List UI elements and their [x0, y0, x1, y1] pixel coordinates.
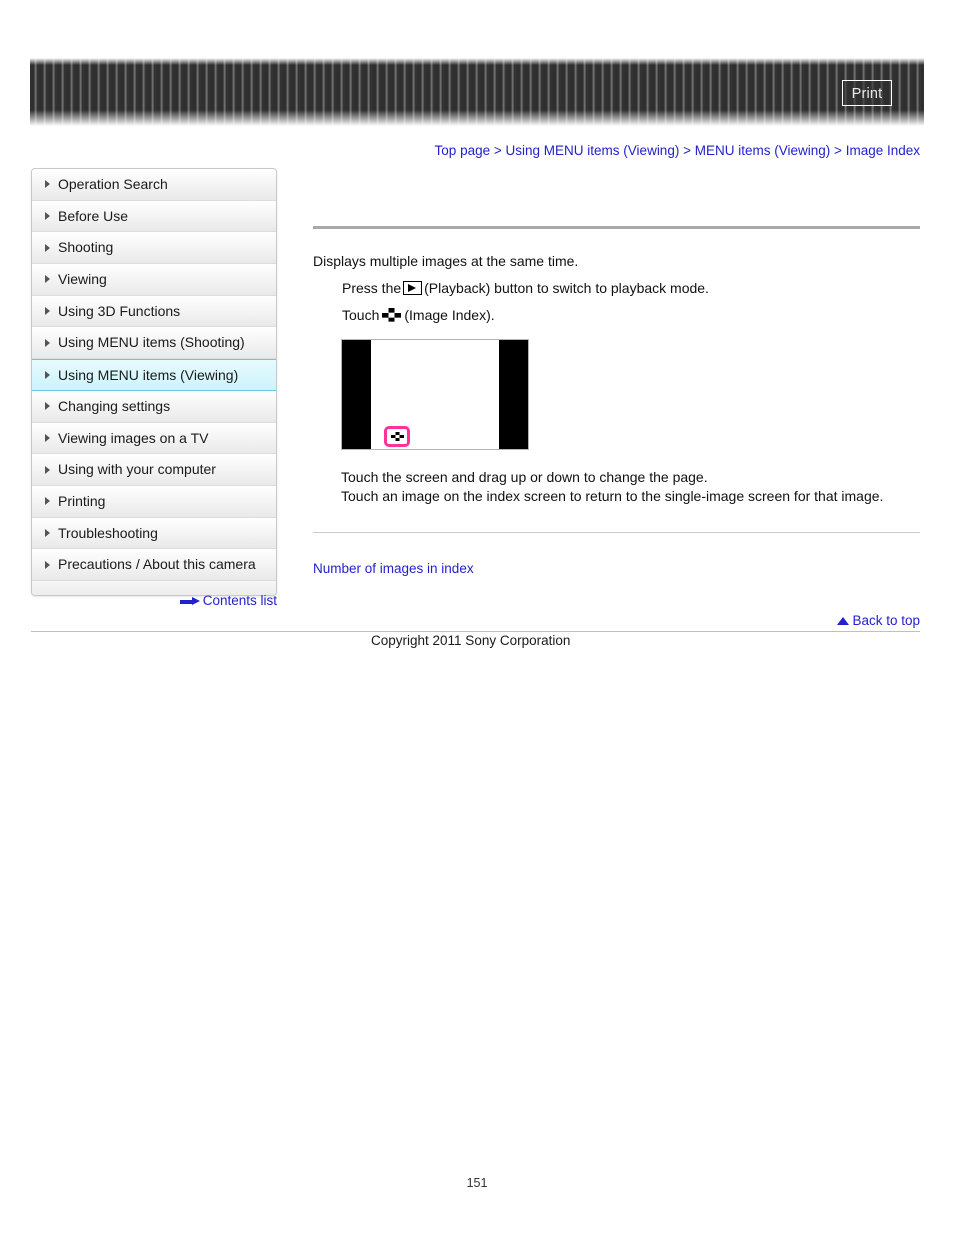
note-touch-image-to-return: Touch an image on the index screen to re…	[341, 488, 884, 504]
sidebar-item-label: Changing settings	[58, 397, 171, 414]
chevron-right-icon	[45, 370, 50, 379]
arrow-right-icon	[179, 597, 200, 606]
sidebar-item-printing[interactable]: Printing	[32, 485, 276, 518]
step-text-after: (Image Index).	[404, 307, 495, 323]
sidebar-item-using-with-your-computer[interactable]: Using with your computer	[32, 454, 276, 486]
step-text-after: (Playback) button to switch to playback …	[424, 280, 709, 296]
sidebar-item-label: Printing	[58, 492, 106, 509]
sidebar-item-label: Using 3D Functions	[58, 302, 181, 319]
step-press-playback: Press the (Playback) button to switch to …	[342, 280, 920, 296]
sidebar-item-label: Using MENU items (Viewing)	[58, 367, 239, 384]
sidebar-item-using-3d-functions[interactable]: Using 3D Functions	[32, 295, 276, 328]
illustration-right-black-bar	[499, 340, 528, 449]
chevron-right-icon	[45, 338, 50, 347]
step-text-before: Press the	[342, 280, 402, 296]
breadcrumb-separator: >	[834, 143, 842, 158]
page-number: 151	[466, 1176, 488, 1190]
sidebar-item-using-menu-items-shooting[interactable]: Using MENU items (Shooting)	[32, 327, 276, 360]
chevron-right-icon	[45, 433, 50, 442]
copyright-text: Copyright 2011 Sony Corporation	[371, 633, 571, 648]
intro-text: Displays multiple images at the same tim…	[313, 253, 579, 269]
sidebar-item-viewing[interactable]: Viewing	[32, 264, 276, 296]
sidebar-item-label: Troubleshooting	[58, 524, 158, 541]
sidebar-item-label: Before Use	[58, 207, 129, 224]
chevron-right-icon	[45, 402, 50, 411]
breadcrumb-item-image-index[interactable]: Image Index	[846, 143, 920, 158]
contents-list-label: Contents list	[202, 593, 277, 608]
sidebar-item-label: Viewing	[58, 271, 107, 288]
image-index-icon	[382, 308, 402, 322]
breadcrumb: Top page > Using MENU items (Viewing) > …	[0, 143, 920, 158]
breadcrumb-item-using-menu-items-viewing[interactable]: Using MENU items (Viewing)	[506, 143, 680, 158]
content-divider-top	[313, 226, 920, 229]
sidebar-navigation: Operation Search Before Use Shooting Vie…	[31, 168, 277, 596]
step-text-before: Touch	[342, 307, 380, 323]
chevron-right-icon	[45, 243, 50, 252]
breadcrumb-item-menu-items-viewing[interactable]: MENU items (Viewing)	[695, 143, 831, 158]
illustration-highlight-box	[384, 426, 410, 447]
chevron-right-icon	[45, 180, 50, 189]
contents-list-link[interactable]: Contents list	[0, 593, 277, 608]
back-to-top-link[interactable]: Back to top	[313, 613, 920, 628]
illustration-left-black-bar	[342, 340, 371, 449]
sidebar-item-precautions-about-this-camera[interactable]: Precautions / About this camera	[32, 549, 276, 581]
content-divider-bottom	[313, 532, 920, 533]
back-to-top-label: Back to top	[852, 613, 920, 628]
sidebar-item-using-menu-items-viewing[interactable]: Using MENU items (Viewing)	[32, 359, 276, 391]
sidebar-item-label: Shooting	[58, 239, 114, 256]
chevron-right-icon	[45, 212, 50, 221]
notes-block: Touch the screen and drag up or down to …	[313, 468, 920, 506]
triangle-up-icon	[837, 617, 850, 625]
note-drag-to-change-page: Touch the screen and drag up or down to …	[341, 469, 708, 485]
sidebar-item-shooting[interactable]: Shooting	[32, 232, 276, 265]
header-stripe-pattern	[30, 58, 924, 126]
sidebar-item-label: Using MENU items (Shooting)	[58, 334, 245, 351]
sidebar-item-before-use[interactable]: Before Use	[32, 200, 276, 233]
sidebar-item-label: Viewing images on a TV	[58, 429, 209, 446]
chevron-right-icon	[45, 497, 50, 506]
breadcrumb-separator: >	[493, 143, 502, 158]
chevron-right-icon	[45, 275, 50, 284]
playback-icon	[403, 281, 423, 295]
sidebar-item-label: Precautions / About this camera	[58, 556, 256, 573]
chevron-right-icon	[45, 528, 50, 537]
sidebar-item-label: Operation Search	[58, 176, 168, 192]
print-button[interactable]: Print	[842, 80, 892, 106]
sidebar-item-label: Using with your computer	[58, 461, 216, 478]
related-link-number-of-images-in-index[interactable]: Number of images in index	[313, 561, 920, 576]
camera-screen-illustration	[341, 339, 529, 450]
sidebar-item-operation-search[interactable]: Operation Search	[32, 169, 276, 201]
image-index-icon	[390, 431, 404, 442]
step-touch-image-index: Touch (Image Index).	[342, 307, 920, 323]
header-banner: Print	[30, 58, 924, 126]
sidebar-item-changing-settings[interactable]: Changing settings	[32, 390, 276, 423]
chevron-right-icon	[45, 307, 50, 316]
sidebar-item-troubleshooting[interactable]: Troubleshooting	[32, 517, 276, 550]
breadcrumb-separator: >	[683, 143, 691, 158]
chevron-right-icon	[45, 560, 50, 569]
main-content: Displays multiple images at the same tim…	[313, 168, 920, 576]
footer-divider	[31, 631, 920, 632]
breadcrumb-item-top-page[interactable]: Top page	[435, 143, 491, 158]
chevron-right-icon	[45, 465, 50, 474]
sidebar-item-viewing-images-on-a-tv[interactable]: Viewing images on a TV	[32, 422, 276, 455]
